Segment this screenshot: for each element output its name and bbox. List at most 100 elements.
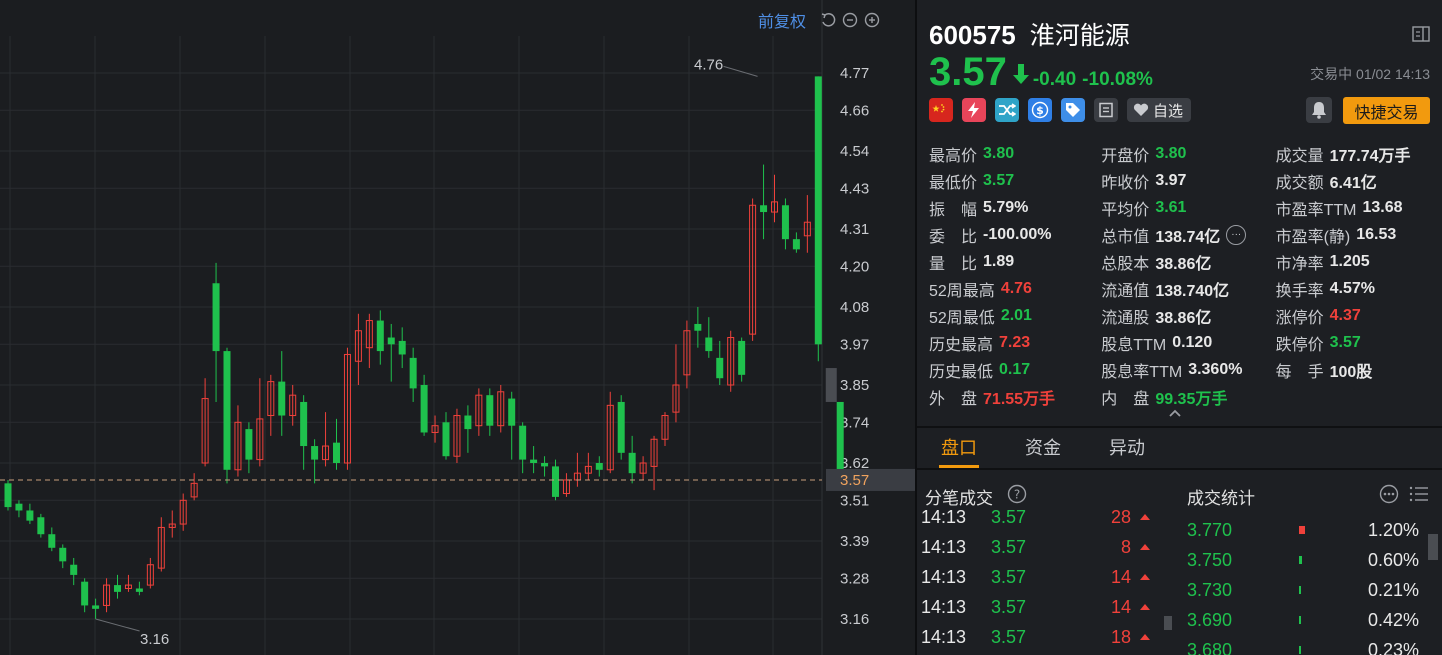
dollar-icon[interactable]: $ <box>1028 98 1052 122</box>
zoom-in-icon[interactable] <box>864 12 880 28</box>
candle-body <box>814 76 822 345</box>
y-tick-label: 3.51 <box>840 492 869 509</box>
margin-trading-icon[interactable] <box>962 98 986 122</box>
candle-body <box>694 323 702 331</box>
reset-icon[interactable] <box>820 12 836 28</box>
stat-value: 3.97 <box>1155 171 1187 189</box>
chart-toolbar: 前复权 <box>758 8 880 32</box>
stat-value: 3.80 <box>1155 144 1187 162</box>
stat-cell: 总市值 138.74亿 ··· <box>1101 223 1275 247</box>
stat-label: 外 盘 <box>929 390 978 408</box>
tick-time: 14:13 <box>921 536 967 557</box>
candle-body <box>716 357 724 379</box>
buy-up-icon <box>1131 543 1151 551</box>
stat-label: 成交量 <box>1275 147 1324 165</box>
tag-icon[interactable] <box>1061 98 1085 122</box>
kline-chart[interactable]: 4.77 4.66 4.54 4.43 4.31 4.20 4.08 3.97 3.85 3.74… <box>0 0 915 655</box>
price-change-pct: -10.08% <box>1082 69 1153 90</box>
distribution-bar <box>1299 526 1349 534</box>
fast-trade-button[interactable]: 快捷交易 <box>1343 97 1430 124</box>
y-tick-label: 3.85 <box>840 377 869 394</box>
alert-bell-button[interactable] <box>1306 97 1332 123</box>
kline-chart-area[interactable]: 4.77 4.66 4.54 4.43 4.31 4.20 4.08 3.97 3.85 3.74… <box>0 0 915 655</box>
quote-stats-grid: 最高价 3.80 开盘价 3.80 成交量 177.74万手 最低价 3.57 昨收价 3.97 成… <box>929 140 1434 410</box>
candle-body <box>37 517 45 535</box>
stat-label: 股息TTM <box>1101 336 1167 354</box>
add-watchlist-button[interactable]: 自选 <box>1127 98 1192 122</box>
candle-body <box>595 463 603 470</box>
tick-row: 14:13 3.57 8 <box>921 532 1157 562</box>
stats-row: 52周最低 2.01 流通股 38.86亿 涨停价 4.37 <box>929 302 1434 329</box>
volume-distribution-list[interactable]: 3.770 1.20% 3.750 0.60% 3.730 0.21% 3.690 0.42%… <box>1187 515 1421 655</box>
chevron-up-icon[interactable] <box>1168 408 1182 418</box>
stat-label: 昨收价 <box>1101 174 1150 192</box>
connect-shuffle-icon[interactable] <box>995 98 1019 122</box>
stat-cell: 量 比 1.89 <box>929 250 1101 274</box>
stat-value: 177.74万手 <box>1329 147 1411 165</box>
china-flag-icon[interactable] <box>929 98 953 122</box>
stat-label: 振 幅 <box>929 201 978 219</box>
price-row: 3.57 -0.40 -10.08% <box>929 50 1159 95</box>
stat-value: 4.57% <box>1329 279 1375 297</box>
more-options-icon[interactable] <box>1379 484 1399 504</box>
notes-icon[interactable] <box>1094 98 1118 122</box>
y-tick-label: 4.77 <box>840 65 869 82</box>
y-tick-label: 3.97 <box>840 336 869 353</box>
stat-label: 跌停价 <box>1275 336 1324 354</box>
candle-body <box>398 340 406 355</box>
stat-label: 涨停价 <box>1275 309 1324 327</box>
stat-label: 平均价 <box>1101 201 1150 219</box>
high-annotation-line <box>723 65 758 77</box>
stat-cell: 历史最低 0.17 <box>929 358 1101 382</box>
candle-body <box>617 401 625 453</box>
stat-cell: 换手率 4.57% <box>1276 277 1434 301</box>
help-icon[interactable]: ? <box>1007 484 1027 504</box>
stat-cell: 外 盘 71.55万手 <box>929 385 1101 409</box>
distribution-bar <box>1299 556 1349 564</box>
distribution-bar <box>1299 616 1349 624</box>
tab-2[interactable]: 异动 <box>1085 428 1169 468</box>
distribution-bar <box>1299 586 1349 594</box>
candle-body <box>333 442 340 463</box>
y-tick-label: 4.66 <box>840 102 869 119</box>
y-tick-label: 3.16 <box>840 611 869 628</box>
stat-cell: 每 手 100股 <box>1276 358 1434 382</box>
zoom-out-icon[interactable] <box>842 12 858 28</box>
candle-body <box>376 320 384 352</box>
tab-0[interactable]: 盘口 <box>917 428 1001 468</box>
stat-cell: 52周最高 4.76 <box>929 277 1101 301</box>
stat-label: 市盈率(静) <box>1275 228 1351 246</box>
distribution-row: 3.770 1.20% <box>1187 515 1421 545</box>
stat-value: 3.80 <box>983 144 1015 162</box>
candle-body <box>760 205 768 213</box>
y-tick-label: 3.28 <box>840 570 869 587</box>
stat-value: 0.17 <box>999 360 1031 378</box>
stat-cell: 股息TTM 0.120 <box>1101 331 1275 355</box>
buy-up-icon <box>1131 633 1151 641</box>
stat-value: 7.23 <box>999 333 1031 351</box>
layout-toggle-icon[interactable] <box>1412 26 1430 42</box>
candle-body <box>552 466 559 497</box>
tick-trades-list[interactable]: 14:13 3.57 28 14:13 3.57 8 14:13 3.57 14 14:13 3.5… <box>921 502 1157 652</box>
list-menu-icon[interactable] <box>1409 485 1429 503</box>
stat-cell: 52周最低 2.01 <box>929 304 1101 328</box>
tick-row: 14:13 3.57 18 <box>921 622 1157 652</box>
stat-label: 市净率 <box>1275 255 1324 273</box>
more-info-icon[interactable]: ··· <box>1226 224 1247 245</box>
volume-distribution-title: 成交统计 <box>1187 489 1255 508</box>
stat-cell: 总股本 38.86亿 <box>1101 250 1275 274</box>
stat-value: 38.86亿 <box>1155 309 1212 327</box>
tick-row: 14:13 3.57 14 <box>921 562 1157 592</box>
tick-trades-section: 分笔成交 ? 14:13 3.57 28 14:13 3.57 8 14:13 3.57 14 1… <box>917 470 1172 655</box>
distribution-row: 3.690 0.42% <box>1187 605 1421 635</box>
tab-1[interactable]: 资金 <box>1001 428 1085 468</box>
adjust-mode-button[interactable]: 前复权 <box>758 8 806 32</box>
stat-cell: 成交额 6.41亿 <box>1276 169 1434 193</box>
distribution-scrollbar[interactable] <box>1428 534 1438 560</box>
stat-value: 38.86亿 <box>1155 255 1212 273</box>
tick-scrollbar[interactable] <box>1164 616 1172 630</box>
buy-up-icon <box>1131 603 1151 611</box>
tick-time: 14:13 <box>921 566 967 587</box>
stat-label: 开盘价 <box>1101 147 1150 165</box>
arrow-down-icon <box>1012 64 1029 84</box>
